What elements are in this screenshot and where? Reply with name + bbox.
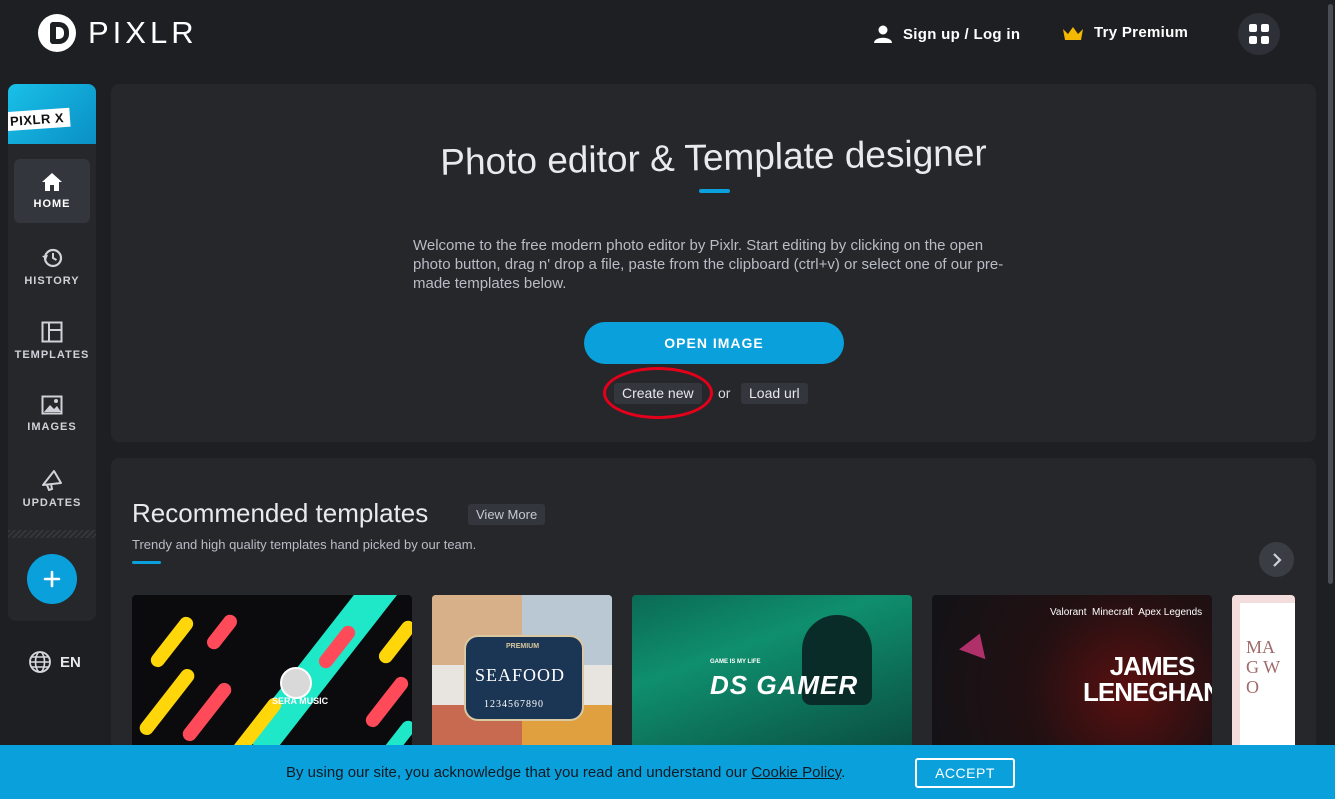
user-icon xyxy=(874,25,892,43)
title-underline xyxy=(699,189,730,193)
open-image-button[interactable]: OPEN IMAGE xyxy=(584,322,844,364)
carousel-next-button[interactable] xyxy=(1259,542,1294,577)
sidebar-item-label: UPDATES xyxy=(22,497,82,509)
recommended-templates-panel: Recommended templates View More Trendy a… xyxy=(111,458,1316,758)
image-icon xyxy=(41,395,63,415)
apps-grid-icon-cell xyxy=(1261,36,1269,44)
apps-grid-icon-cell xyxy=(1249,36,1257,44)
sidebar-item-label: TEMPLATES xyxy=(14,349,90,361)
cookie-banner: By using our site, you acknowledge that … xyxy=(0,745,1335,799)
section-subtitle: Trendy and high quality templates hand p… xyxy=(132,537,477,552)
load-url-button[interactable]: Load url xyxy=(741,383,808,404)
card-phone: 1234567890 xyxy=(484,699,544,710)
pixlr-x-banner[interactable]: PIXLR X xyxy=(8,84,96,144)
create-new-button[interactable]: Create new xyxy=(614,383,702,404)
megaphone-icon xyxy=(42,470,62,491)
cookie-text: By using our site, you acknowledge that … xyxy=(286,764,748,781)
card-decoration xyxy=(204,611,240,653)
section-underline xyxy=(132,561,161,564)
template-card-sera-music[interactable]: SERA MUSIC xyxy=(132,595,412,755)
plus-icon xyxy=(43,570,61,588)
card-decoration xyxy=(179,680,235,744)
hero-description: Welcome to the free modern photo editor … xyxy=(413,237,1004,292)
card-title: MAG WO xyxy=(1246,637,1281,697)
home-icon xyxy=(42,173,62,191)
section-title: Recommended templates xyxy=(132,498,429,528)
pixlr-x-label: PIXLR X xyxy=(8,107,71,132)
sidebar-item-label: HOME xyxy=(33,198,71,210)
top-bar: PIXLR Sign up / Log in Try Premium xyxy=(0,0,1335,70)
card-title: SEAFOOD xyxy=(475,665,566,685)
try-premium-label: Try Premium xyxy=(1094,24,1189,41)
sidebar-item-templates[interactable]: TEMPLATES xyxy=(14,309,90,373)
history-icon xyxy=(42,248,63,268)
sidebar-item-images[interactable]: IMAGES xyxy=(14,382,90,446)
sidebar: PIXLR X HOME HISTORY TEMPLATES IMAGES UP… xyxy=(8,84,96,621)
card-decoration xyxy=(376,617,412,667)
view-more-button[interactable]: View More xyxy=(468,504,546,525)
language-selector[interactable]: EN xyxy=(28,650,81,674)
logo-text: PIXLR xyxy=(88,15,198,50)
card-premium-label: PREMIUM xyxy=(506,643,540,650)
templates-icon xyxy=(41,321,63,343)
signup-login-link[interactable]: Sign up / Log in xyxy=(873,24,1020,44)
sidebar-item-history[interactable]: HISTORY xyxy=(14,235,90,299)
card-title: JAMES LENEGHAN xyxy=(1083,651,1212,707)
card-decoration xyxy=(242,595,412,755)
add-new-button[interactable] xyxy=(27,554,77,604)
crown-icon xyxy=(1063,26,1083,40)
cookie-period: . xyxy=(841,764,846,781)
try-premium-link[interactable]: Try Premium xyxy=(1062,24,1188,41)
template-card-james-leneghan[interactable]: Valorant Minecraft Apex Legends JAMES LE… xyxy=(932,595,1212,755)
card-tagline: GAME IS MY LIFE xyxy=(710,659,761,665)
template-card-partial[interactable]: MAG WO xyxy=(1232,595,1295,755)
template-card-seafood[interactable]: PREMIUM SEAFOOD 1234567890 xyxy=(432,595,612,755)
apps-grid-button[interactable] xyxy=(1238,13,1280,55)
sidebar-divider xyxy=(8,530,96,538)
apps-grid-icon xyxy=(1249,24,1257,32)
globe-icon xyxy=(29,651,51,673)
sidebar-item-label: IMAGES xyxy=(27,421,77,433)
sidebar-item-home[interactable]: HOME xyxy=(14,159,90,223)
apps-grid-icon-cell xyxy=(1261,24,1269,32)
pixlr-logo-icon xyxy=(38,14,76,52)
chevron-right-icon xyxy=(1272,552,1282,567)
accept-cookies-button[interactable]: ACCEPT xyxy=(915,758,1015,788)
signup-login-label: Sign up / Log in xyxy=(903,25,1021,43)
avatar xyxy=(280,667,312,699)
card-title: SERA MUSIC xyxy=(272,696,329,706)
sidebar-item-updates[interactable]: UPDATES xyxy=(14,457,90,521)
card-title: DS GAMER xyxy=(710,670,859,700)
language-label: EN xyxy=(60,653,81,671)
card-decoration xyxy=(148,614,196,670)
cookie-policy-link[interactable]: Cookie Policy xyxy=(751,764,841,781)
scrollbar-thumb[interactable] xyxy=(1328,4,1333,584)
cookie-message: By using our site, you acknowledge that … xyxy=(286,764,845,781)
pixlr-logo[interactable]: PIXLR xyxy=(38,14,198,52)
sidebar-item-label: HISTORY xyxy=(24,275,80,287)
card-games-list: Valorant Minecraft Apex Legends xyxy=(1050,607,1203,618)
or-separator: or xyxy=(718,385,731,401)
template-card-ds-gamer[interactable]: GAME IS MY LIFE DS GAMER xyxy=(632,595,912,755)
triangle-decoration xyxy=(959,628,993,660)
